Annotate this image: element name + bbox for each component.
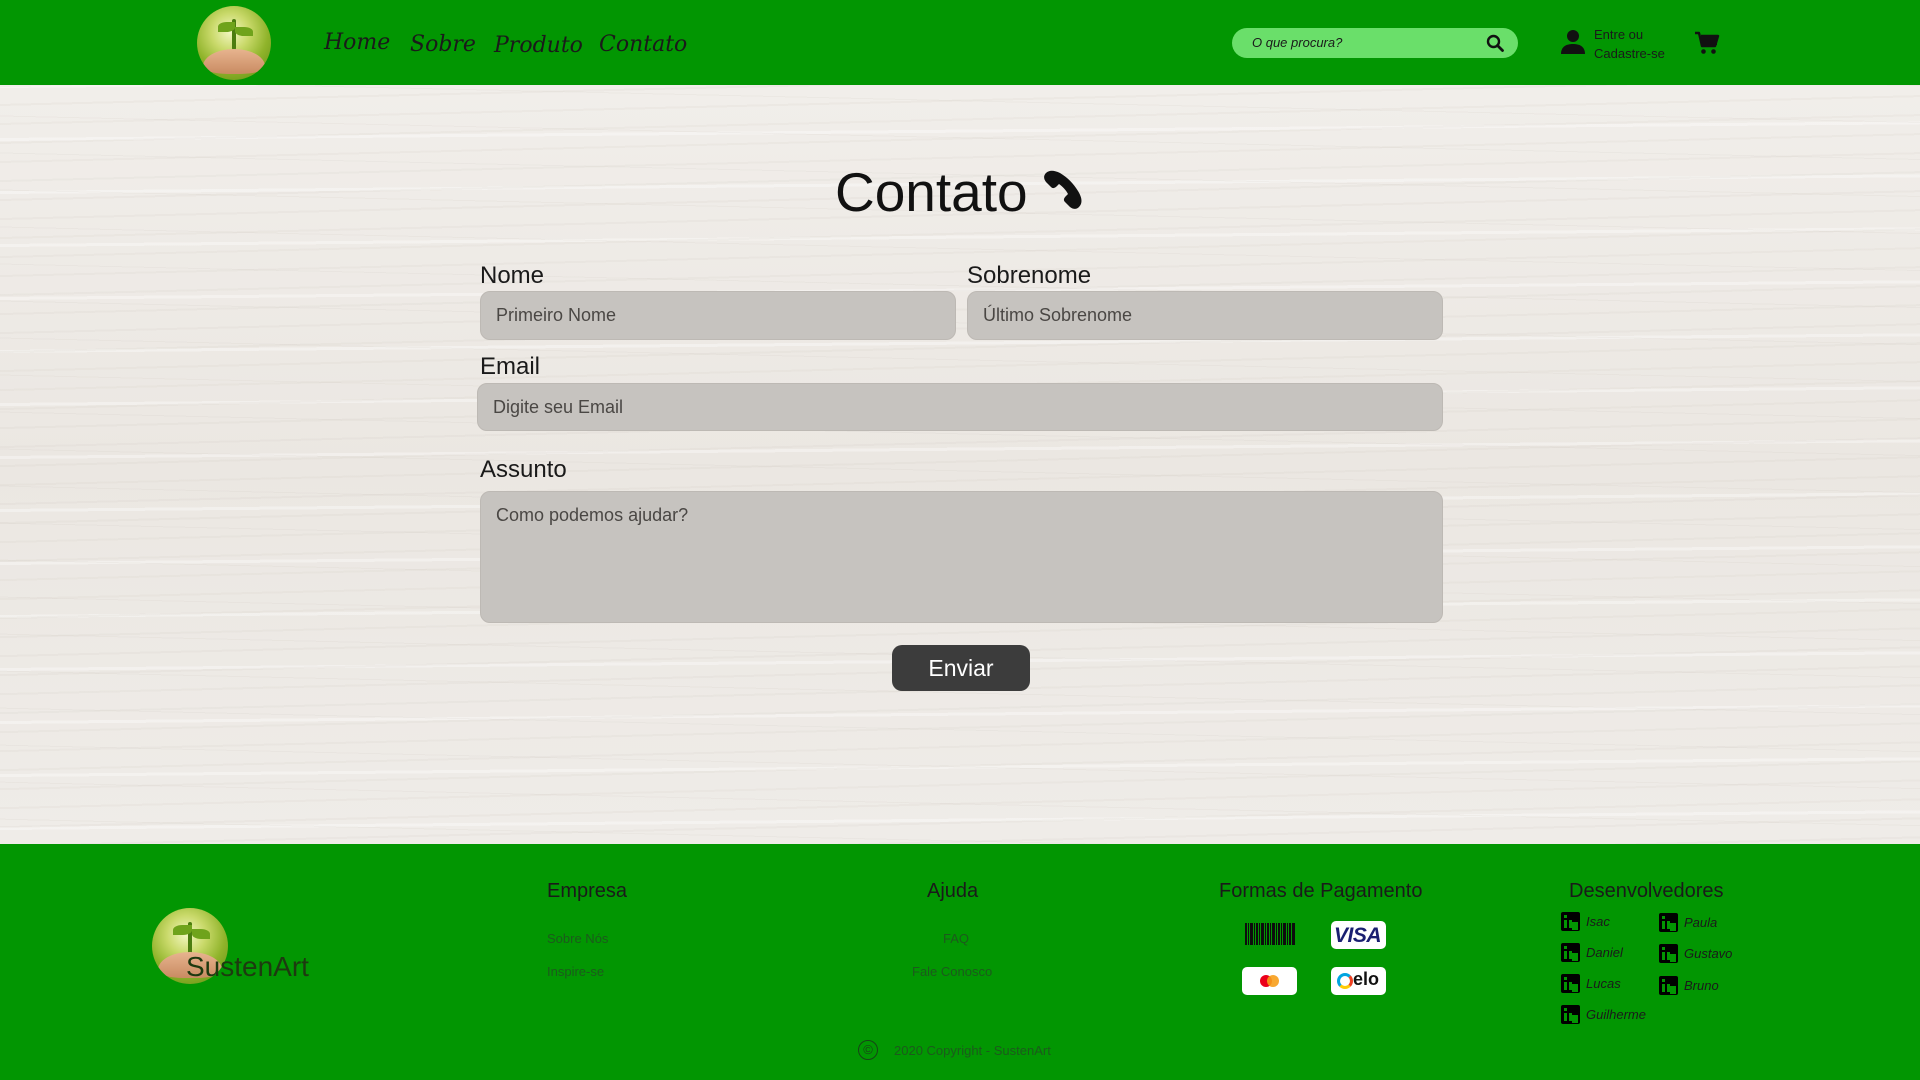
dev-link-lucas[interactable]: Lucas	[1561, 974, 1621, 993]
nome-field[interactable]: Primeiro Nome	[480, 291, 956, 340]
page-title: Contato	[835, 161, 1028, 223]
dev-name: Bruno	[1684, 978, 1719, 993]
dev-link-isac[interactable]: Isac	[1561, 912, 1610, 931]
dev-name: Gustavo	[1684, 946, 1733, 961]
email-label: Email	[480, 353, 541, 380]
login-line1: Entre ou	[1594, 27, 1644, 42]
assunto-placeholder: Como podemos ajudar?	[496, 505, 689, 525]
user-icon[interactable]	[1561, 29, 1585, 55]
assunto-label: Assunto	[480, 456, 567, 483]
dev-name: Daniel	[1586, 945, 1623, 960]
nome-label: Nome	[480, 262, 545, 289]
fale-conosco-link[interactable]: Fale Conosco	[912, 964, 992, 979]
linkedin-icon	[1659, 913, 1678, 932]
assunto-textarea[interactable]: Como podemos ajudar?	[480, 491, 1443, 623]
ajuda-title: Ajuda	[927, 880, 979, 902]
sobrenome-field[interactable]: Último Sobrenome	[967, 291, 1443, 340]
search-input[interactable]: O que procura?	[1232, 28, 1518, 58]
desenvolvedores-title: Desenvolvedores	[1569, 880, 1724, 902]
cart-icon[interactable]	[1694, 30, 1720, 56]
inspire-se-link[interactable]: Inspire-se	[547, 964, 604, 979]
empresa-title: Empresa	[547, 880, 628, 902]
nav-produto[interactable]: Produto	[494, 33, 583, 58]
copyright: © 2020 Copyright - SustenArt	[858, 1040, 1051, 1060]
dev-link-gustavo[interactable]: Gustavo	[1659, 944, 1732, 963]
linkedin-icon	[1659, 976, 1678, 995]
copyright-text: 2020 Copyright - SustenArt	[894, 1042, 1051, 1058]
sobrenome-placeholder: Último Sobrenome	[983, 305, 1133, 325]
dev-link-daniel[interactable]: Daniel	[1561, 943, 1623, 962]
sobre-nos-link[interactable]: Sobre Nós	[547, 931, 608, 946]
sobrenome-label: Sobrenome	[967, 262, 1092, 289]
dev-name: Lucas	[1586, 976, 1621, 991]
pagamento-title: Formas de Pagamento	[1219, 880, 1423, 902]
search-placeholder: O que procura?	[1252, 35, 1343, 50]
login-line2: Cadastre-se	[1594, 46, 1665, 61]
footer-brand: SustenArt	[186, 951, 309, 982]
mastercard-icon	[1242, 967, 1297, 995]
dev-link-guilherme[interactable]: Guilherme	[1561, 1005, 1646, 1024]
visa-icon: VISA	[1331, 921, 1386, 949]
linkedin-icon	[1561, 974, 1580, 993]
header: Home Sobre Produto Contato O que procura…	[0, 0, 1920, 85]
linkedin-icon	[1561, 1005, 1580, 1024]
boleto-icon	[1243, 922, 1297, 946]
linkedin-icon	[1561, 943, 1580, 962]
dev-link-paula[interactable]: Paula	[1659, 913, 1717, 932]
nav-contato[interactable]: Contato	[599, 32, 687, 57]
dev-name: Isac	[1586, 914, 1610, 929]
footer: SustenArt Empresa Sobre Nós Inspire-se A…	[0, 844, 1920, 1080]
search-icon[interactable]	[1486, 34, 1504, 52]
email-placeholder: Digite seu Email	[493, 397, 624, 417]
dev-link-bruno[interactable]: Bruno	[1659, 976, 1719, 995]
login-link[interactable]: Entre ou Cadastre-se	[1594, 25, 1665, 63]
elo-text: elo	[1353, 969, 1380, 989]
phone-icon	[1044, 170, 1082, 209]
faq-link[interactable]: FAQ	[943, 931, 969, 946]
elo-icon: elo	[1331, 967, 1386, 995]
submit-button[interactable]: Enviar	[892, 645, 1030, 691]
nav-home[interactable]: Home	[324, 30, 390, 55]
contact-section: Contato Nome Primeiro Nome Sobrenome Últ…	[0, 85, 1920, 844]
nome-placeholder: Primeiro Nome	[496, 305, 617, 325]
linkedin-icon	[1659, 944, 1678, 963]
nav-sobre[interactable]: Sobre	[410, 32, 476, 57]
visa-text: VISA	[1334, 924, 1382, 947]
dev-name: Guilherme	[1586, 1007, 1646, 1022]
dev-name: Paula	[1684, 915, 1718, 930]
logo-icon[interactable]	[197, 6, 271, 80]
copyright-icon: ©	[858, 1040, 878, 1060]
linkedin-icon	[1561, 912, 1580, 931]
email-field[interactable]: Digite seu Email	[477, 383, 1443, 431]
